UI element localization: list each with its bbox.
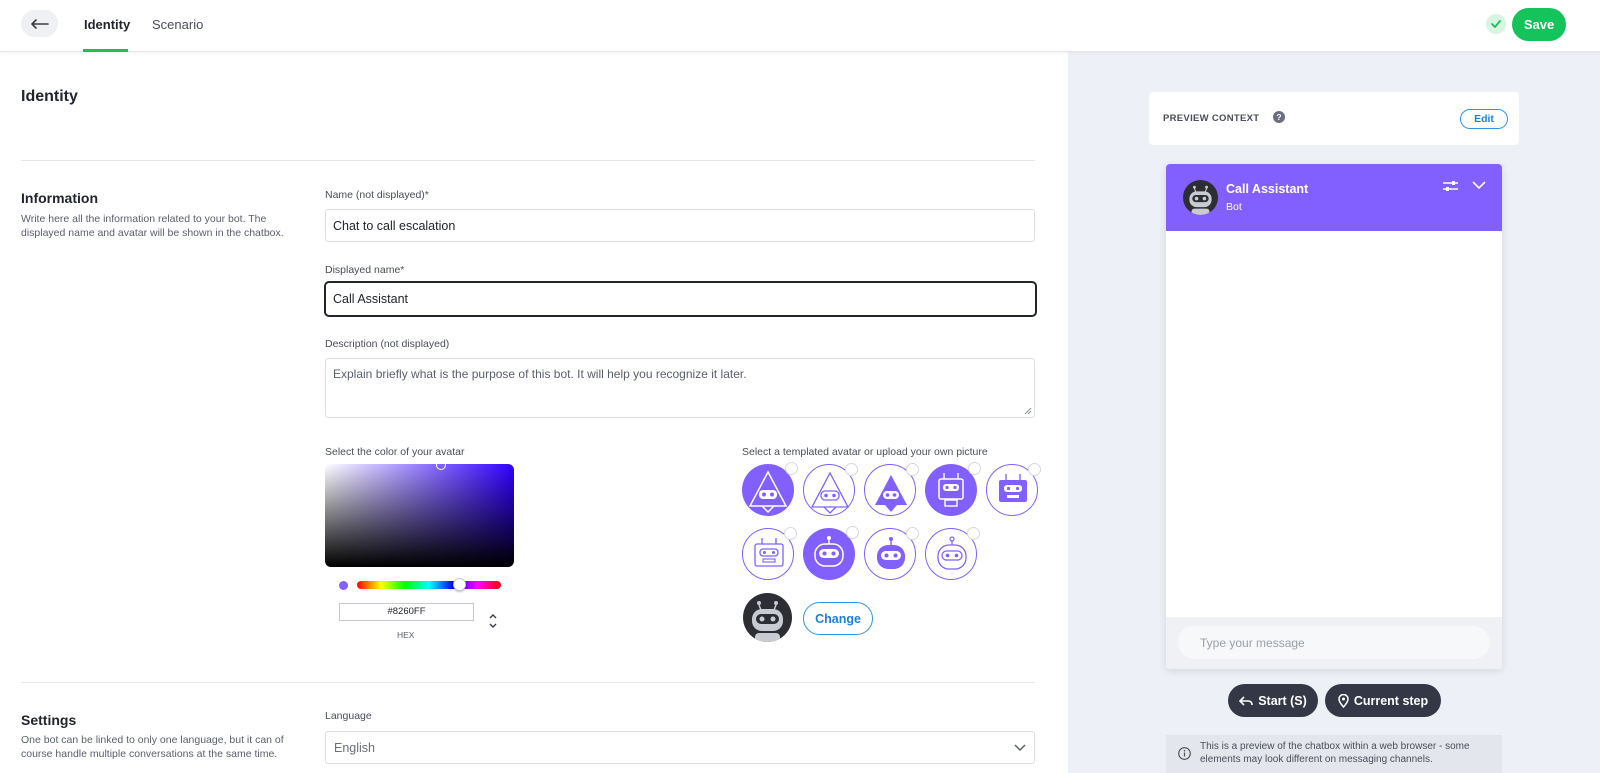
hue-slider-handle[interactable]: [453, 578, 466, 591]
tab-identity[interactable]: Identity: [84, 17, 130, 32]
avatar-radio[interactable]: [784, 527, 797, 540]
active-tab-indicator: [83, 49, 128, 52]
chat-message-input[interactable]: Type your message: [1178, 626, 1490, 659]
chat-header: Call Assistant Bot: [1166, 164, 1502, 231]
chat-bot-role: Bot: [1226, 201, 1242, 213]
chat-bot-name: Call Assistant: [1226, 182, 1309, 196]
selected-color-swatch: [339, 581, 348, 590]
chat-footer: Type your message: [1166, 617, 1502, 669]
color-format-toggle-icon[interactable]: [487, 612, 499, 630]
edit-context-button[interactable]: Edit: [1460, 109, 1508, 129]
check-icon: [1491, 20, 1501, 28]
hex-color-input[interactable]: #8260FF: [339, 603, 474, 621]
saturation-handle[interactable]: [436, 460, 446, 470]
preview-context-card: PREVIEW CONTEXT ? Edit: [1149, 92, 1519, 145]
resize-grip-icon[interactable]: [1024, 407, 1032, 415]
saved-status-indicator: [1486, 14, 1506, 34]
language-value: English: [334, 740, 375, 755]
preview-panel: PREVIEW CONTEXT ? Edit Call Assistant Bo…: [1068, 52, 1600, 773]
robot-avatar-icon: [752, 601, 783, 642]
current-avatar: [743, 593, 792, 642]
avatar-radio[interactable]: [1028, 463, 1041, 476]
save-button[interactable]: Save: [1512, 8, 1566, 41]
avatar-option-box-robot-filled[interactable]: [925, 462, 981, 516]
avatar-radio[interactable]: [967, 527, 980, 540]
reply-arrow-icon: [1239, 695, 1253, 706]
top-bar: Identity Scenario Save: [0, 0, 1600, 52]
avatar-option-triangle-solid[interactable]: [864, 463, 919, 516]
divider: [21, 160, 1035, 161]
description-textarea[interactable]: Explain briefly what is the purpose of t…: [325, 358, 1035, 418]
current-step-button[interactable]: Current step: [1325, 684, 1441, 717]
help-icon[interactable]: ?: [1273, 111, 1285, 123]
language-label: Language: [325, 710, 372, 722]
avatar-option-box-robot-outline[interactable]: [742, 527, 797, 580]
preview-context-label: PREVIEW CONTEXT: [1163, 113, 1260, 124]
avatar-color-label: Select the color of your avatar: [325, 446, 465, 458]
description-placeholder: Explain briefly what is the purpose of t…: [333, 367, 747, 381]
robot-avatar-icon: [1189, 185, 1212, 215]
section-title-settings: Settings: [21, 712, 77, 728]
chevron-down-icon[interactable]: [1472, 180, 1486, 190]
start-button-label: Start (S): [1258, 693, 1307, 708]
preview-info-note: This is a preview of the chatbox within …: [1166, 735, 1502, 773]
description-label: Description (not displayed): [325, 338, 450, 350]
current-step-label: Current step: [1353, 693, 1429, 708]
info-icon: [1178, 747, 1191, 760]
avatar-option-triangle-filled[interactable]: [742, 462, 798, 516]
displayed-name-label: Displayed name*: [325, 264, 405, 276]
chat-bot-avatar: [1183, 180, 1218, 215]
back-button[interactable]: [21, 10, 58, 37]
saturation-value-picker[interactable]: [325, 464, 514, 567]
sliders-icon[interactable]: [1443, 180, 1458, 193]
avatar-option-triangle-outline[interactable]: [803, 463, 858, 516]
chatbox-preview: Call Assistant Bot Type your message: [1166, 164, 1502, 669]
avatar-radio[interactable]: [785, 462, 798, 475]
avatar-radio[interactable]: [968, 462, 981, 475]
section-description-information: Write here all the information related t…: [21, 213, 284, 239]
language-select[interactable]: English: [325, 731, 1035, 764]
avatar-radio[interactable]: [845, 463, 858, 476]
avatar-radio[interactable]: [846, 526, 859, 539]
page-title: Identity: [21, 88, 78, 105]
avatar-radio[interactable]: [906, 527, 919, 540]
identity-form: Identity Information Write here all the …: [0, 52, 1068, 773]
avatar-template-label: Select a templated avatar or upload your…: [742, 446, 988, 458]
avatar-option-box-robot-solid[interactable]: [986, 463, 1041, 516]
name-label: Name (not displayed)*: [325, 189, 429, 201]
change-avatar-button[interactable]: Change: [803, 602, 873, 635]
avatar-option-round-robot-solid[interactable]: [864, 527, 919, 580]
hue-slider[interactable]: [357, 581, 501, 589]
location-pin-icon: [1338, 693, 1349, 708]
divider: [21, 682, 1035, 683]
arrow-left-icon: [30, 18, 49, 29]
displayed-name-input[interactable]: Call Assistant: [324, 281, 1037, 317]
avatar-option-round-robot-outline[interactable]: [925, 527, 980, 580]
name-input[interactable]: Chat to call escalation: [325, 209, 1035, 242]
hex-format-label: HEX: [397, 630, 415, 640]
preview-info-text: This is a preview of the chatbox within …: [1200, 741, 1470, 765]
section-title-information: Information: [21, 190, 98, 206]
avatar-radio[interactable]: [906, 463, 919, 476]
avatar-option-round-robot-filled[interactable]: [803, 526, 859, 580]
tab-scenario[interactable]: Scenario: [152, 17, 203, 32]
chevron-down-icon: [1014, 743, 1026, 751]
section-description-settings: One bot can be linked to only one langua…: [21, 734, 284, 760]
start-button[interactable]: Start (S): [1228, 684, 1318, 717]
